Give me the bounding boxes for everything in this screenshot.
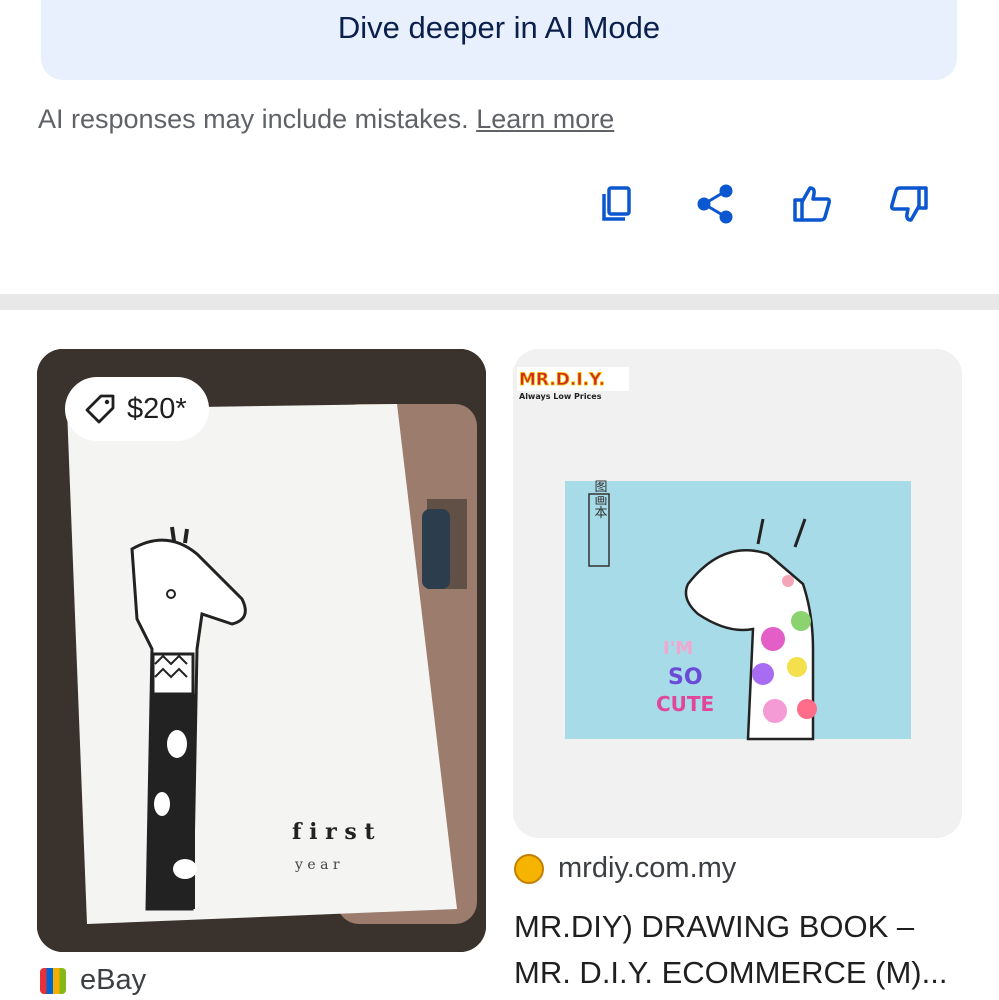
thumbs-up-button[interactable] bbox=[786, 178, 838, 230]
slogan-so: SO bbox=[668, 665, 703, 690]
section-divider bbox=[0, 294, 999, 310]
ai-disclaimer: AI responses may include mistakes. Learn… bbox=[38, 104, 614, 135]
thumbs-down-icon bbox=[890, 186, 928, 222]
source-name: mrdiy.com.my bbox=[558, 852, 737, 884]
share-icon bbox=[697, 184, 733, 224]
notebook-cover-subtitle: y e a r bbox=[294, 857, 340, 873]
mrdiy-tagline: Always Low Prices bbox=[519, 392, 602, 401]
thumbs-down-button[interactable] bbox=[883, 178, 935, 230]
ai-mode-button-label: Dive deeper in AI Mode bbox=[337, 10, 661, 45]
drawing-book-photo: MR.D.I.Y. Always Low Prices 图画本 I'M SO C… bbox=[513, 349, 962, 838]
price-tag-icon bbox=[85, 394, 115, 424]
share-button[interactable] bbox=[689, 178, 741, 230]
learn-more-link[interactable]: Learn more bbox=[476, 104, 614, 134]
source-name: eBay bbox=[80, 964, 147, 996]
copy-icon bbox=[602, 186, 631, 221]
price-value: $20* bbox=[127, 392, 187, 425]
mrdiy-logo: MR.D.I.Y. bbox=[519, 370, 605, 390]
response-actions bbox=[0, 178, 999, 230]
result-source-ebay[interactable]: eBay bbox=[40, 964, 146, 997]
mrdiy-favicon bbox=[514, 853, 544, 884]
notebook-cover-title: f i r s t bbox=[292, 819, 375, 845]
ai-mode-button[interactable]: Dive deeper in AI Mode bbox=[41, 0, 957, 80]
result-image-drawing-book[interactable]: MR.D.I.Y. Always Low Prices 图画本 I'M SO C… bbox=[513, 349, 962, 838]
ebay-favicon bbox=[40, 967, 66, 994]
slogan-cute: CUTE bbox=[656, 692, 714, 716]
copy-button[interactable] bbox=[591, 178, 643, 230]
result-title[interactable]: MR.DIY) DRAWING BOOK – MR. D.I.Y. ECOMME… bbox=[514, 904, 974, 996]
slogan-im: I'M bbox=[663, 638, 693, 659]
price-tag: $20* bbox=[65, 377, 209, 441]
result-source-mrdiy[interactable]: mrdiy.com.my bbox=[514, 852, 736, 885]
book-side-label: 图画本 bbox=[592, 480, 608, 519]
thumbs-up-icon bbox=[793, 186, 831, 222]
disclaimer-text: AI responses may include mistakes. bbox=[38, 104, 477, 134]
